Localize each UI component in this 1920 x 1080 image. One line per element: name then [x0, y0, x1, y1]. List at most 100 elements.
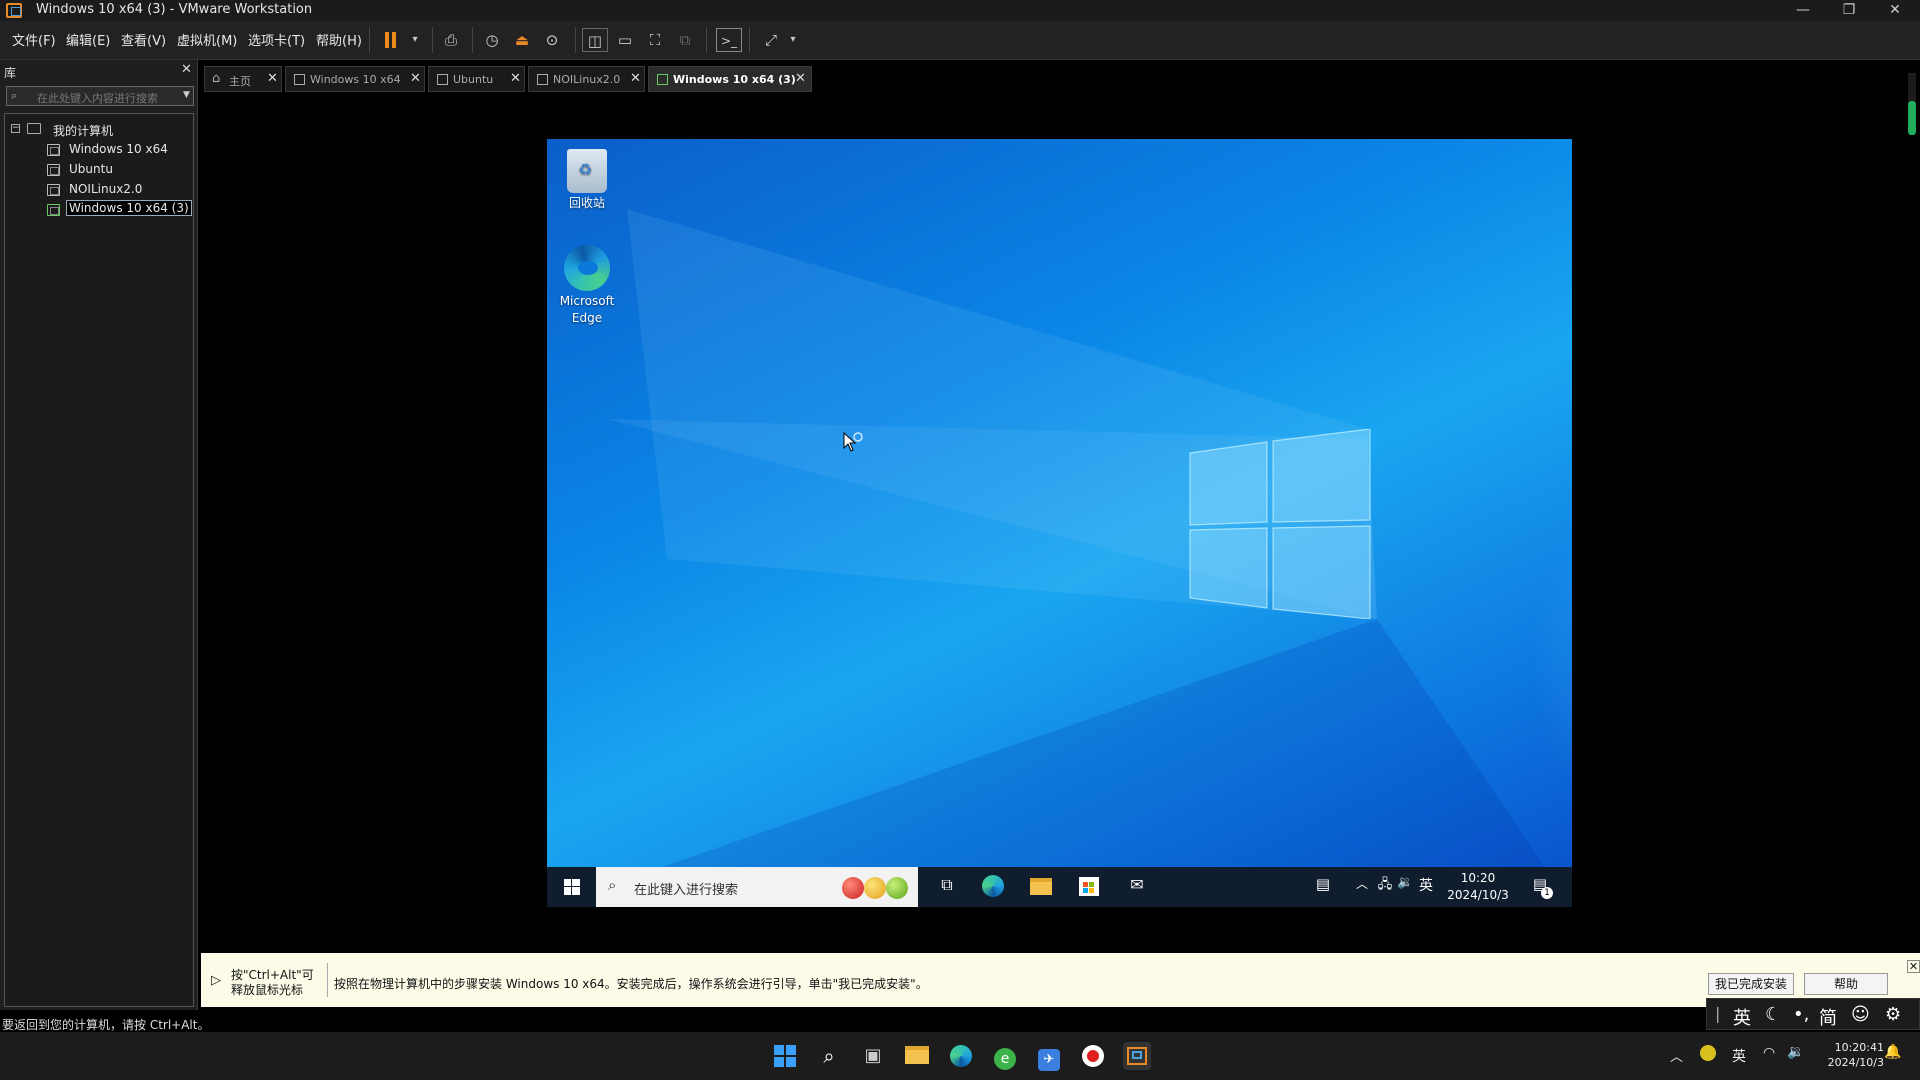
ime-handle-icon[interactable]: |: [1715, 1004, 1720, 1023]
host-notification-bell-icon[interactable]: 🔔: [1884, 1044, 1901, 1060]
revert-snapshot-icon[interactable]: ⏏: [509, 28, 535, 52]
host-tray-app-icon[interactable]: [1700, 1045, 1716, 1061]
library-search-input[interactable]: ⌕ 在此处键入内容进行搜索 ▼: [6, 86, 194, 106]
recycle-bin-desktop-icon[interactable]: 回收站: [547, 149, 627, 212]
host-start-button[interactable]: [771, 1042, 799, 1070]
library-close-icon[interactable]: ✕: [181, 62, 192, 77]
home-icon: ⌂: [212, 71, 221, 86]
ime-simplified[interactable]: 简: [1819, 1004, 1837, 1030]
action-center-icon[interactable]: ▤ 1: [1527, 875, 1553, 899]
tree-item-label: Windows 10 x64 (3): [66, 200, 192, 216]
ime-settings-icon[interactable]: ⚙: [1885, 1004, 1901, 1025]
tab-close-icon[interactable]: ✕: [510, 71, 521, 86]
pause-button[interactable]: [378, 28, 404, 52]
host-browser-e-icon[interactable]: e: [991, 1042, 1019, 1070]
finished-installing-button[interactable]: 我已完成安装: [1708, 973, 1794, 995]
install-hint-bar: ▷ 按"Ctrl+Alt"可释放鼠标光标 按照在物理计算机中的步骤安装 Wind…: [201, 953, 1920, 1007]
divider: [327, 963, 328, 997]
volume-icon[interactable]: 🔉: [1397, 875, 1413, 899]
file-explorer-icon[interactable]: [1027, 875, 1055, 899]
mail-icon[interactable]: ✉: [1123, 875, 1151, 899]
collapse-icon[interactable]: −: [11, 124, 20, 133]
tab-close-icon[interactable]: ✕: [630, 71, 641, 86]
host-tray-expand-icon[interactable]: ︿: [1670, 1046, 1683, 1065]
close-button[interactable]: ✕: [1872, 0, 1918, 21]
task-view-icon[interactable]: ⧉: [933, 875, 961, 899]
unity-icon[interactable]: ⧉: [672, 28, 698, 52]
host-file-explorer-icon[interactable]: [903, 1042, 931, 1070]
host-ime-indicator[interactable]: 英: [1732, 1046, 1746, 1066]
vm-tab-icon: [294, 74, 305, 85]
ime-moon-icon[interactable]: ☾: [1765, 1004, 1781, 1025]
guest-search-box[interactable]: ⌕ 在此键入进行搜索: [596, 867, 918, 907]
ime-language[interactable]: 英: [1733, 1004, 1751, 1030]
tab-close-icon[interactable]: ✕: [267, 71, 278, 86]
menu-vm[interactable]: 虚拟机(M): [177, 30, 237, 49]
ime-punctuation-icon[interactable]: •,: [1793, 1004, 1809, 1025]
menu-edit[interactable]: 编辑(E): [66, 30, 110, 49]
vertical-scrollbar[interactable]: [1908, 73, 1916, 135]
toolbar-separator: [749, 27, 750, 53]
host-task-view-icon[interactable]: ▣: [859, 1042, 887, 1070]
wallpaper-light-beams: [547, 209, 1572, 907]
tab-close-icon[interactable]: ✕: [410, 71, 421, 86]
guest-screen[interactable]: 回收站 Microsoft Edge ⌕ 在此键入进行搜索 ⧉: [547, 139, 1572, 907]
host-clock[interactable]: 10:20:41 2024/10/3: [1820, 1040, 1884, 1070]
minimize-button[interactable]: —: [1780, 0, 1826, 21]
tab-noilinux[interactable]: NOILinux2.0 ✕: [528, 66, 645, 92]
search-dropdown-icon[interactable]: ▼: [183, 90, 190, 100]
host-app-blue-icon[interactable]: ✈: [1035, 1042, 1063, 1071]
menu-help[interactable]: 帮助(H): [316, 30, 362, 49]
notification-count: 1: [1541, 887, 1553, 899]
tab-close-icon[interactable]: ✕: [795, 71, 806, 86]
host-edge-icon[interactable]: [947, 1042, 975, 1070]
toolbar-separator: [575, 27, 576, 53]
tab-home[interactable]: ⌂ 主页 ✕: [204, 66, 282, 92]
yellow-apple-icon: [864, 877, 886, 899]
snapshot-icon[interactable]: ◷: [479, 28, 505, 52]
search-icon: ⌕: [608, 876, 617, 894]
host-recorder-icon[interactable]: [1079, 1042, 1107, 1070]
host-volume-icon[interactable]: 🔉: [1787, 1044, 1804, 1060]
host-wifi-icon[interactable]: ◠: [1763, 1045, 1775, 1061]
taskbar-edge-icon[interactable]: [979, 875, 1007, 899]
menu-tabs[interactable]: 选项卡(T): [248, 30, 305, 49]
guest-start-button[interactable]: [559, 875, 585, 899]
send-ctrl-alt-del-icon[interactable]: ⎙: [438, 28, 464, 52]
menu-view[interactable]: 查看(V): [121, 30, 166, 49]
menu-file[interactable]: 文件(F): [12, 30, 56, 49]
tray-expand-icon[interactable]: ︿: [1355, 875, 1369, 899]
windows-start-icon: [564, 879, 580, 895]
library-title: 库: [4, 66, 17, 80]
network-icon[interactable]: 🖧: [1377, 875, 1393, 899]
ime-emoji-icon[interactable]: ☺: [1851, 1004, 1870, 1025]
window-title: Windows 10 x64 (3) - VMware Workstation: [36, 2, 313, 17]
restore-button[interactable]: ❐: [1826, 0, 1872, 21]
menu-toolbar: 文件(F) 编辑(E) 查看(V) 虚拟机(M) 选项卡(T) 帮助(H) ▾ …: [0, 21, 1920, 60]
guest-clock[interactable]: 10:20 2024/10/3: [1442, 870, 1514, 904]
full-screen-icon[interactable]: ⛶: [642, 28, 668, 52]
recycle-bin-icon: [567, 149, 607, 193]
thumbnail-bar-icon[interactable]: ▭: [612, 28, 638, 52]
guest-taskbar: ⌕ 在此键入进行搜索 ⧉ ✉ ▤ ︿ 🖧 🔉 英 10:20 2024/10/3…: [547, 867, 1572, 907]
edge-desktop-icon[interactable]: Microsoft Edge: [547, 245, 627, 327]
tab-windows10[interactable]: Windows 10 x64 ✕: [285, 66, 425, 92]
tab-windows10-3[interactable]: Windows 10 x64 (3) ✕: [648, 66, 812, 92]
pause-dropdown-icon[interactable]: ▾: [402, 28, 428, 52]
vmware-app-icon: [6, 3, 22, 18]
mouse-cursor-icon: [843, 431, 863, 452]
show-library-icon[interactable]: ◫: [582, 28, 608, 52]
title-bar: Windows 10 x64 (3) - VMware Workstation …: [0, 0, 1920, 21]
host-vmware-icon[interactable]: [1123, 1042, 1151, 1070]
snapshot-manager-icon[interactable]: ⊙: [539, 28, 565, 52]
install-bar-close-icon[interactable]: ✕: [1907, 960, 1920, 973]
stretch-dropdown-icon[interactable]: ▾: [780, 28, 806, 52]
console-view-icon[interactable]: >_: [716, 28, 742, 52]
host-search-icon[interactable]: ⌕: [815, 1042, 843, 1070]
guest-ime-indicator[interactable]: 英: [1417, 875, 1435, 899]
news-widget-icon[interactable]: ▤: [1309, 875, 1337, 899]
search-icon: ⌕: [11, 89, 18, 102]
tab-ubuntu[interactable]: Ubuntu ✕: [428, 66, 525, 92]
store-icon[interactable]: [1075, 875, 1103, 899]
help-button[interactable]: 帮助: [1804, 973, 1888, 995]
